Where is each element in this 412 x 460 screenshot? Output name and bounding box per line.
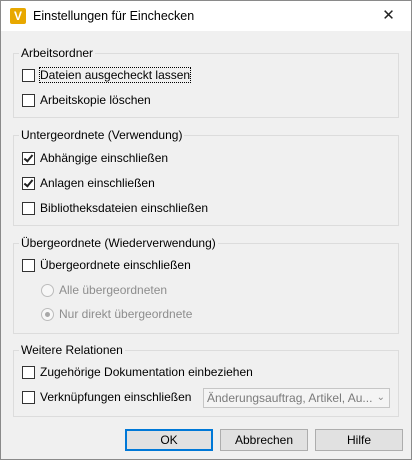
- radio-circle[interactable]: [41, 283, 54, 297]
- work-folder-title: Arbeitsordner: [19, 46, 96, 60]
- checkbox-label: Abhängige einschließen: [40, 151, 169, 165]
- direct-parents-radio[interactable]: Nur direkt übergeordnete: [41, 306, 192, 322]
- checkbox-box[interactable]: [22, 258, 35, 272]
- checkbox-box[interactable]: [22, 93, 35, 107]
- radio-circle[interactable]: [41, 307, 54, 321]
- keep-checked-out-checkbox[interactable]: Dateien ausgecheckt lassen: [22, 67, 192, 83]
- include-attachments-checkbox[interactable]: Anlagen einschließen: [22, 175, 155, 191]
- chevron-down-icon: ⌄: [376, 392, 385, 403]
- checkbox-label: Zugehörige Dokumentation einbeziehen: [40, 365, 253, 379]
- checkbox-box[interactable]: [22, 68, 35, 82]
- include-dependents-checkbox[interactable]: Abhängige einschließen: [22, 150, 168, 166]
- checkbox-box[interactable]: [22, 390, 35, 404]
- checkbox-label: Bibliotheksdateien einschließen: [40, 201, 209, 215]
- window-title: Einstellungen für Einchecken: [33, 9, 195, 23]
- relations-title: Weitere Relationen: [19, 343, 125, 357]
- checkbox-box[interactable]: [22, 201, 35, 215]
- checkbox-box[interactable]: [22, 176, 35, 190]
- children-title: Untergeordnete (Verwendung): [19, 128, 185, 142]
- checkin-settings-dialog: V Einstellungen für Einchecken ✕ Arbeits…: [0, 0, 412, 460]
- include-parents-checkbox[interactable]: Übergeordnete einschließen: [22, 257, 191, 273]
- help-button[interactable]: Hilfe: [315, 429, 403, 451]
- include-documentation-checkbox[interactable]: Zugehörige Dokumentation einbeziehen: [22, 364, 253, 380]
- include-library-files-checkbox[interactable]: Bibliotheksdateien einschließen: [22, 200, 208, 216]
- checkbox-box[interactable]: [22, 151, 35, 165]
- checkbox-label: Dateien ausgecheckt lassen: [38, 67, 192, 83]
- checkbox-label: Arbeitskopie löschen: [40, 93, 151, 107]
- work-folder-group: Arbeitsordner: [13, 46, 399, 118]
- close-button[interactable]: ✕: [366, 1, 411, 31]
- radio-label: Nur direkt übergeordnete: [59, 307, 193, 321]
- ok-button[interactable]: OK: [125, 429, 213, 451]
- parents-title: Übergeordnete (Wiederverwendung): [19, 236, 218, 250]
- checkbox-box[interactable]: [22, 365, 35, 379]
- cancel-button[interactable]: Abbrechen: [220, 429, 308, 451]
- title-bar: V Einstellungen für Einchecken ✕: [1, 1, 411, 31]
- delete-working-copy-checkbox[interactable]: Arbeitskopie löschen: [22, 92, 151, 108]
- link-types-value: Änderungsauftrag, Artikel, Au...: [207, 391, 373, 405]
- checkbox-label: Anlagen einschließen: [40, 176, 155, 190]
- checkbox-label: Verknüpfungen einschließen: [40, 390, 192, 404]
- link-types-select[interactable]: Änderungsauftrag, Artikel, Au... ⌄: [203, 388, 390, 408]
- all-parents-radio[interactable]: Alle übergeordneten: [41, 282, 167, 298]
- radio-label: Alle übergeordneten: [59, 283, 168, 297]
- include-links-checkbox[interactable]: Verknüpfungen einschließen: [22, 389, 191, 405]
- checkbox-label: Übergeordnete einschließen: [40, 258, 191, 272]
- vault-app-icon: V: [10, 8, 26, 24]
